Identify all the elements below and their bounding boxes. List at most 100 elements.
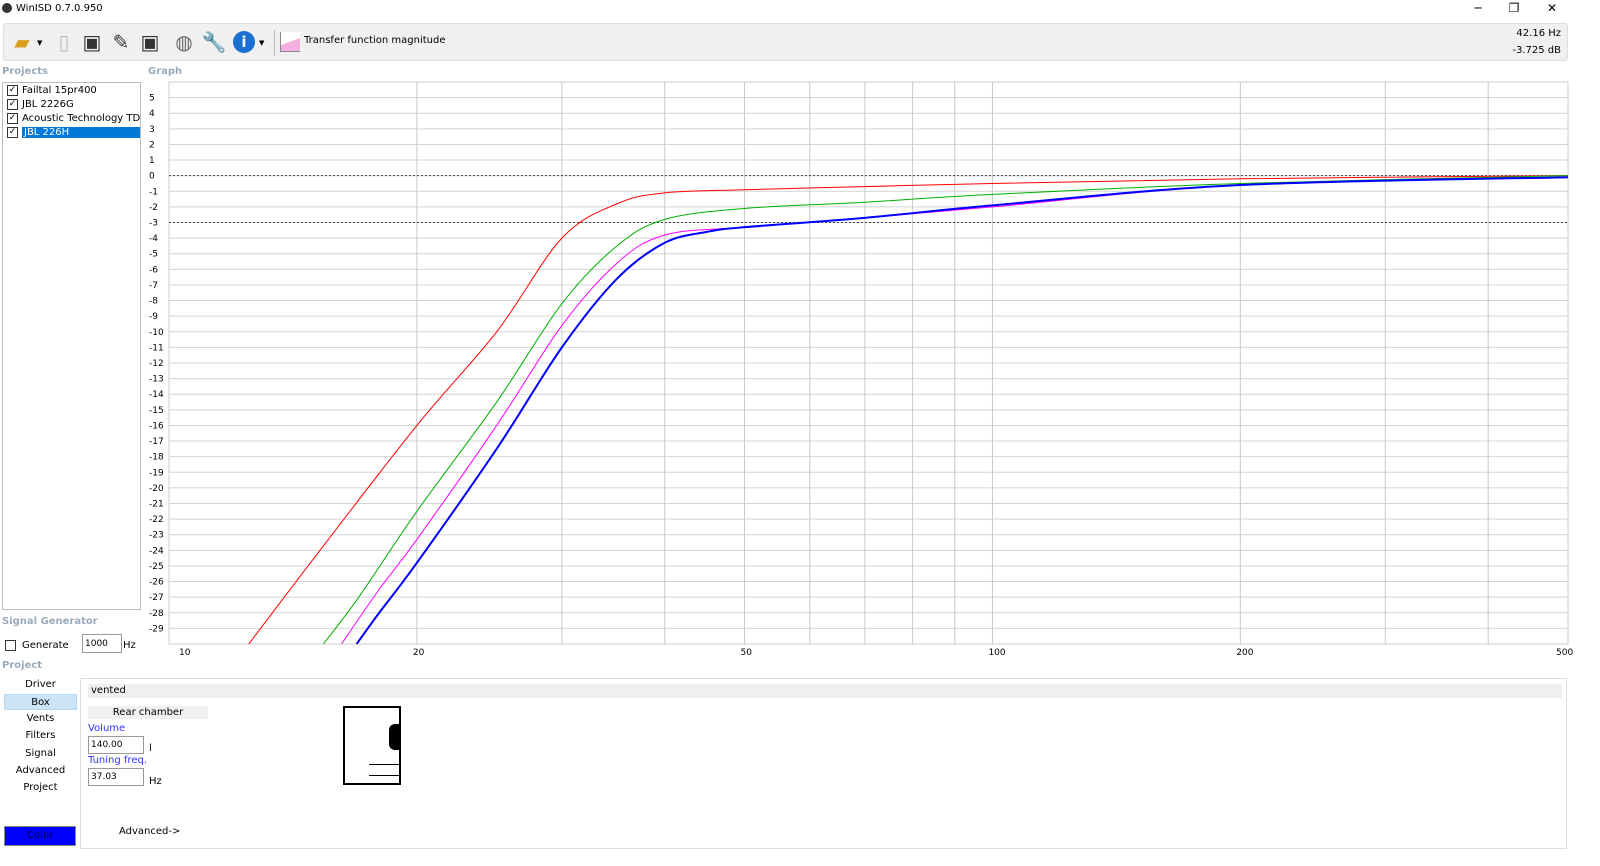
project-item[interactable]: ✓ JBL 2226G (3, 97, 140, 111)
generator-frequency-input[interactable] (82, 634, 122, 653)
project-item[interactable]: ✓ Acoustic Technology TD15H (3, 111, 140, 125)
y-tick-label: -1 (149, 187, 158, 197)
nav-driver[interactable]: Driver (4, 677, 77, 693)
y-tick-label: -5 (149, 250, 158, 260)
nav-project[interactable]: Project (4, 780, 77, 796)
open-folder-icon[interactable]: ▰ (8, 28, 36, 56)
tuning-unit: Hz (149, 776, 162, 787)
graph-type-icon[interactable] (280, 32, 300, 52)
driver-icon[interactable]: ◍ (170, 28, 198, 56)
project-checkbox[interactable]: ✓ (7, 98, 18, 110)
x-tick-label: 500 (1556, 648, 1573, 658)
box-panel: vented Rear chamber Volume l Tuning freq… (80, 678, 1567, 849)
advanced-link[interactable]: Advanced-> (119, 826, 180, 837)
nav-filters[interactable]: Filters (4, 728, 77, 744)
volume-label: Volume (88, 723, 126, 734)
minimize-button[interactable]: ─ (1463, 1, 1493, 15)
y-tick-label: -16 (149, 421, 164, 431)
rear-chamber-header: Rear chamber (88, 706, 208, 719)
nav-advanced[interactable]: Advanced (4, 763, 77, 779)
y-tick-label: -13 (149, 375, 164, 385)
wrench-icon[interactable]: 🔧 (200, 28, 228, 56)
y-tick-label: 2 (149, 140, 155, 150)
signal-generator-label: Signal Generator (2, 616, 98, 627)
x-tick-label: 50 (741, 648, 753, 658)
project-checkbox[interactable]: ✓ (7, 126, 18, 138)
y-tick-label: -7 (149, 281, 158, 291)
x-tick-label: 20 (413, 648, 425, 658)
project-name: Acoustic Technology TD15H (22, 112, 140, 124)
speaker-icon (389, 724, 399, 750)
volume-unit: l (149, 743, 152, 754)
generate-checkbox[interactable] (5, 640, 16, 651)
project-name: JBL 2226G (22, 98, 74, 110)
y-tick-label: -4 (149, 234, 158, 244)
color-button[interactable]: Color (4, 826, 76, 846)
cursor-db: -3.725 dB (1512, 45, 1561, 56)
y-tick-label: -28 (149, 609, 164, 619)
y-tick-label: -25 (149, 562, 164, 572)
restore-button[interactable]: ❐ (1499, 1, 1529, 15)
y-tick-label: -11 (149, 343, 164, 353)
nav-vents[interactable]: Vents (4, 711, 77, 727)
nav-signal[interactable]: Signal (4, 746, 77, 762)
generate-label: Generate (22, 640, 69, 651)
y-tick-label: -8 (149, 297, 158, 307)
x-tick-label: 200 (1236, 648, 1253, 658)
y-tick-label: -21 (149, 500, 164, 510)
y-tick-label: -12 (149, 359, 164, 369)
graph-type-selector[interactable]: Transfer function magnitude (304, 35, 446, 46)
tuning-input[interactable] (88, 768, 144, 786)
volume-input[interactable] (88, 736, 144, 754)
y-tick-label: -17 (149, 437, 164, 447)
save-as-icon[interactable]: ✎ (107, 28, 135, 56)
project-checkbox[interactable]: ✓ (7, 84, 18, 96)
y-tick-label: -27 (149, 593, 164, 603)
generator-unit: Hz (123, 640, 136, 651)
project-section-label: Project (2, 660, 43, 671)
window-title: WinISD 0.7.0.950 (16, 3, 103, 14)
nav-box[interactable]: Box (4, 694, 77, 710)
toolbar-separator (274, 30, 275, 56)
project-item-selected[interactable]: ✓ JBL 226H (3, 125, 140, 139)
y-tick-label: 5 (149, 94, 155, 104)
tuning-label: Tuning freq. (88, 755, 147, 766)
y-tick-label: -18 (149, 453, 164, 463)
y-tick-label: -15 (149, 406, 164, 416)
y-tick-label: -2 (149, 203, 158, 213)
y-tick-label: 1 (149, 156, 155, 166)
y-tick-label: -24 (149, 546, 164, 556)
y-tick-label: -9 (149, 312, 158, 322)
y-tick-label: -26 (149, 578, 164, 588)
projects-label: Projects (2, 66, 49, 77)
y-tick-label: -23 (149, 531, 164, 541)
y-tick-label: -10 (149, 328, 164, 338)
cursor-frequency: 42.16 Hz (1516, 28, 1561, 39)
project-list[interactable]: ✓ Failtal 15pr400 ✓ JBL 2226G ✓ Acoustic Te… (2, 82, 141, 610)
y-tick-label: -6 (149, 265, 158, 275)
y-tick-label: -19 (149, 468, 164, 478)
chevron-down-icon[interactable]: ▼ (37, 39, 42, 47)
app-icon (2, 3, 12, 13)
vent-line (369, 775, 399, 776)
info-icon[interactable]: i (233, 31, 255, 53)
vented-box-diagram (343, 706, 401, 785)
project-name: Failtal 15pr400 (22, 84, 97, 96)
x-tick-label: 100 (988, 648, 1005, 658)
y-tick-label: 4 (149, 109, 155, 119)
y-tick-label: -29 (149, 624, 164, 634)
vent-line (369, 764, 399, 765)
project-checkbox[interactable]: ✓ (7, 112, 18, 124)
chevron-down-icon[interactable]: ▼ (259, 39, 264, 47)
save-all-icon[interactable]: ▣ (136, 28, 164, 56)
project-item[interactable]: ✓ Failtal 15pr400 (3, 83, 140, 97)
close-button[interactable]: ✕ (1537, 1, 1567, 15)
y-tick-label: -3 (149, 219, 158, 229)
project-name: JBL 226H (22, 126, 140, 138)
graph-label: Graph (148, 66, 183, 77)
new-project-icon[interactable]: ▯ (50, 28, 78, 56)
save-icon[interactable]: ▣ (78, 28, 106, 56)
y-tick-label: -14 (149, 390, 164, 400)
y-tick-label: -20 (149, 484, 164, 494)
transfer-function-chart[interactable]: 543210-1-2-3-4-5-6-7-8-9-10-11-12-13-14-… (140, 78, 1600, 668)
